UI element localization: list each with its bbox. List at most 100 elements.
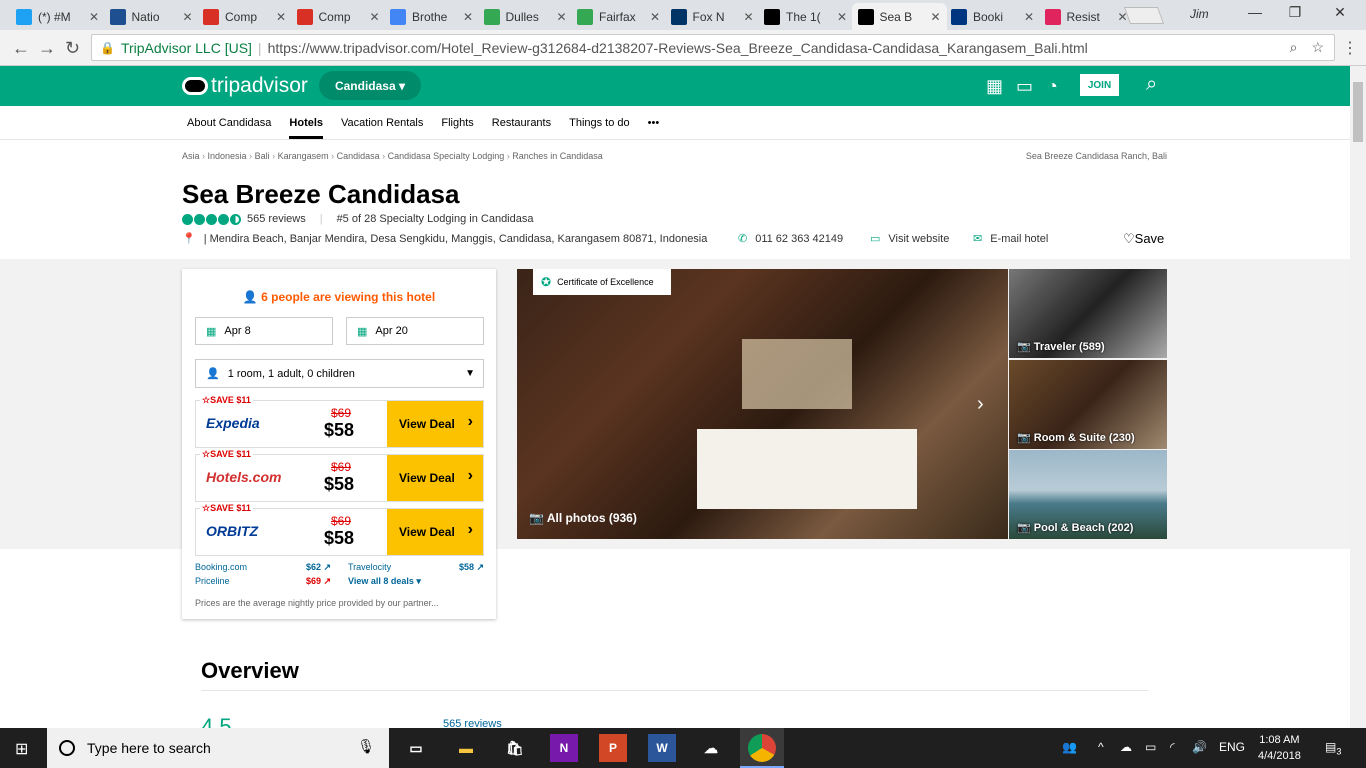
other-deal-link[interactable]: Priceline $69 ↗ — [195, 576, 331, 587]
nav-item[interactable]: Hotels — [289, 117, 323, 139]
website-link[interactable]: ▭ Visit website — [870, 232, 949, 245]
close-tab-icon[interactable]: ✕ — [182, 10, 192, 24]
phone-contact[interactable]: ✆ 011 62 363 42149 — [738, 232, 843, 245]
nav-item[interactable]: Vacation Rentals — [341, 117, 423, 129]
close-tab-icon[interactable]: ✕ — [1117, 10, 1127, 24]
star-icon[interactable]: ☆ — [1311, 39, 1324, 56]
browser-tab[interactable]: Resist ✕ — [1039, 3, 1134, 30]
nav-item[interactable]: About Candidasa — [187, 117, 271, 129]
nav-item[interactable]: ••• — [648, 117, 660, 129]
breadcrumb-item[interactable]: Asia — [182, 151, 200, 161]
close-tab-icon[interactable]: ✕ — [556, 10, 566, 24]
chevron-up-icon[interactable]: ^ — [1098, 740, 1104, 754]
breadcrumb-item[interactable]: Ranches in Candidasa — [512, 151, 603, 161]
review-icon[interactable]: ▭ — [1016, 76, 1033, 97]
browser-tab[interactable]: Dulles ✕ — [478, 3, 573, 30]
breadcrumb-item[interactable]: Candidasa Specialty Lodging — [388, 151, 505, 161]
profile-name[interactable]: Jim — [1190, 7, 1209, 21]
browser-tab[interactable]: Natio ✕ — [104, 3, 199, 30]
battery-icon[interactable]: ▭ — [1145, 740, 1156, 754]
checkout-date[interactable]: ▦ Apr 20 — [346, 317, 484, 345]
address-bar[interactable]: 🔒 TripAdvisor LLC [US] | https://www.tri… — [91, 34, 1335, 61]
page-scrollbar[interactable] — [1350, 66, 1366, 728]
review-count-link[interactable]: 565 reviews — [247, 213, 306, 225]
other-deal-link[interactable]: View all 8 deals ▾ — [348, 576, 484, 587]
onedrive-icon[interactable]: ☁ — [697, 734, 725, 762]
onedrive-tray-icon[interactable]: ☁ — [1120, 740, 1132, 754]
reload-icon[interactable]: ↻ — [65, 38, 80, 59]
file-explorer-icon[interactable]: ▬ — [452, 734, 480, 762]
nav-item[interactable]: Things to do — [569, 117, 630, 129]
windows-start-icon[interactable]: ⊞ — [15, 739, 28, 759]
overview-review-link[interactable]: 565 reviews — [443, 718, 502, 728]
powerpoint-icon[interactable]: P — [599, 734, 627, 762]
close-tab-icon[interactable]: ✕ — [276, 10, 286, 24]
hotel-address[interactable]: | Mendira Beach, Banjar Mendira, Desa Se… — [204, 233, 708, 245]
taskbar-search[interactable]: Type here to search 🎙 — [47, 728, 389, 768]
onenote-icon[interactable]: N — [550, 734, 578, 762]
browser-tab[interactable]: Brothe ✕ — [384, 3, 479, 30]
word-icon[interactable]: W — [648, 734, 676, 762]
breadcrumb-item[interactable]: Karangasem — [278, 151, 329, 161]
browser-tab[interactable]: Comp ✕ — [197, 3, 292, 30]
view-deal-button[interactable]: View Deal — [387, 509, 483, 555]
chrome-icon[interactable] — [748, 734, 776, 762]
close-tab-icon[interactable]: ✕ — [837, 10, 847, 24]
main-photo[interactable]: ✪ Certificate of Excellence 📷 All photos … — [517, 269, 1008, 539]
close-tab-icon[interactable]: ✕ — [743, 10, 753, 24]
chrome-menu-icon[interactable]: ⋮ — [1342, 38, 1358, 58]
browser-tab[interactable]: Booki ✕ — [945, 3, 1040, 30]
people-icon[interactable]: 👥 — [1062, 740, 1077, 754]
tripadvisor-logo[interactable]: tripadvisor — [182, 74, 308, 98]
microphone-icon[interactable]: 🎙 — [357, 738, 375, 755]
browser-tab[interactable]: (*) #M ✕ — [10, 3, 105, 30]
hotel-icon[interactable]: ▦ — [986, 76, 1003, 97]
traveler-photos-thumb[interactable]: 📷 Traveler (589) — [1009, 269, 1167, 358]
store-icon[interactable]: 🛍 — [501, 734, 529, 762]
view-deal-button[interactable]: View Deal — [387, 455, 483, 501]
save-button[interactable]: ♡Save — [1123, 231, 1164, 247]
clock[interactable]: 1:08 AM 4/4/2018 — [1258, 732, 1301, 764]
city-selector-button[interactable]: Candidasa ▾ — [319, 71, 421, 100]
back-icon[interactable]: ← — [12, 38, 30, 59]
search-icon[interactable]: ⌕ — [1146, 73, 1157, 96]
browser-tab[interactable]: The 1(✕ — [758, 3, 853, 30]
nav-item[interactable]: Restaurants — [492, 117, 551, 129]
close-tab-icon[interactable]: ✕ — [89, 10, 99, 24]
close-tab-icon[interactable]: ✕ — [930, 10, 940, 24]
guests-selector[interactable]: 👤 1 room, 1 adult, 0 children ▼ — [195, 359, 484, 388]
action-center-icon[interactable]: ▤3 — [1325, 740, 1341, 756]
browser-tab[interactable]: Comp ✕ — [291, 3, 386, 30]
close-tab-icon[interactable]: ✕ — [1024, 10, 1034, 24]
join-button[interactable]: JOIN — [1080, 74, 1119, 96]
minimize-icon[interactable]: — — [1245, 4, 1265, 24]
close-tab-icon[interactable]: ✕ — [369, 10, 379, 24]
checkin-date[interactable]: ▦ Apr 8 — [195, 317, 333, 345]
close-window-icon[interactable]: ✕ — [1330, 4, 1350, 24]
wifi-icon[interactable]: ◜ — [1170, 740, 1175, 754]
language-indicator[interactable]: ENG — [1219, 740, 1245, 754]
view-deal-button[interactable]: View Deal — [387, 401, 483, 447]
breadcrumb-item[interactable]: Candidasa — [337, 151, 380, 161]
ranking-text[interactable]: #5 of 28 Specialty Lodging in Candidasa — [337, 213, 534, 225]
close-tab-icon[interactable]: ✕ — [463, 10, 473, 24]
other-deal-link[interactable]: Booking.com $62 ↗ — [195, 562, 331, 573]
zoom-icon[interactable]: ⌕ — [1290, 39, 1298, 56]
email-link[interactable]: ✉ E-mail hotel — [973, 232, 1048, 245]
browser-tab[interactable]: Fairfax ✕ — [571, 3, 666, 30]
task-view-icon[interactable]: ▭ — [402, 734, 430, 762]
forward-icon[interactable]: → — [38, 38, 56, 59]
room-photos-thumb[interactable]: 📷 Room & Suite (230) — [1009, 360, 1167, 449]
next-photo-icon[interactable]: › — [977, 393, 984, 416]
all-photos-link[interactable]: 📷 All photos (936) — [529, 511, 637, 525]
user-icon[interactable]: ◔ — [1047, 76, 1058, 97]
other-deal-link[interactable]: Travelocity $58 ↗ — [348, 562, 484, 573]
breadcrumb-item[interactable]: Indonesia — [208, 151, 247, 161]
browser-tab[interactable]: Sea B ✕ — [851, 3, 947, 30]
pool-photos-thumb[interactable]: 📷 Pool & Beach (202) — [1009, 450, 1167, 539]
nav-item[interactable]: Flights — [441, 117, 473, 129]
browser-tab[interactable]: Fox N ✕ — [665, 3, 760, 30]
volume-icon[interactable]: 🔊 — [1192, 740, 1207, 754]
breadcrumb-item[interactable]: Bali — [255, 151, 270, 161]
restore-icon[interactable]: ❐ — [1285, 4, 1305, 24]
